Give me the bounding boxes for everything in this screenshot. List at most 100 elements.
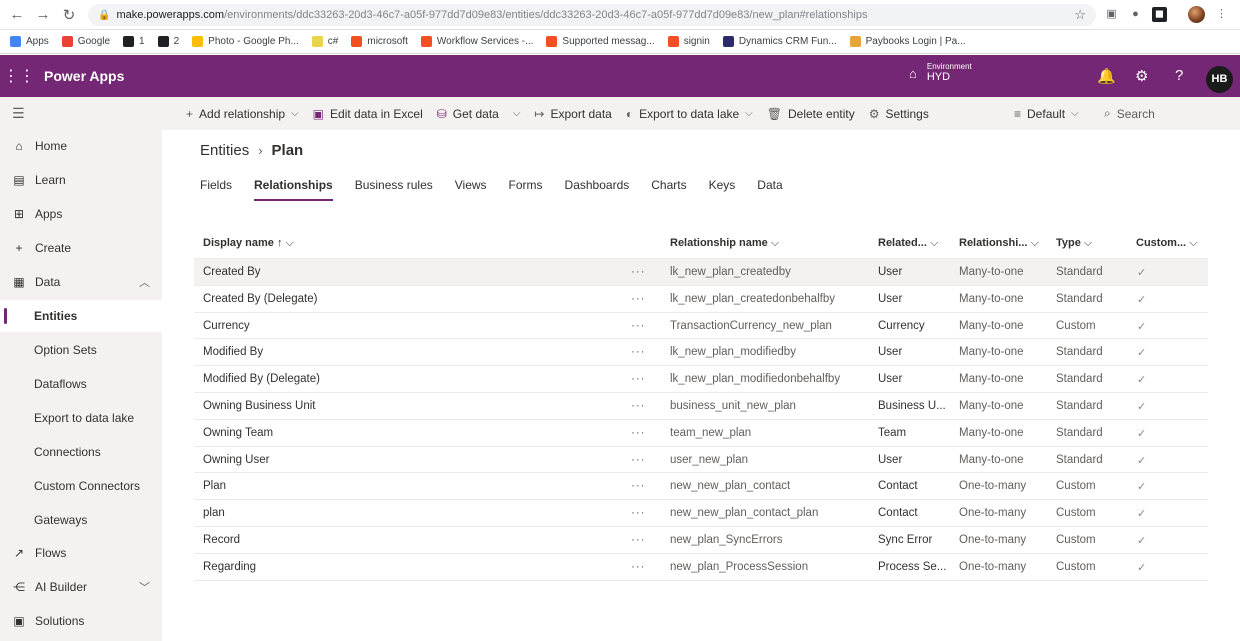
notifications-icon[interactable]: 🔔 [1097,67,1116,85]
bookmark-item[interactable]: c# [311,36,338,47]
column-type[interactable]: Type ⌵ [1056,237,1092,250]
back-icon[interactable]: ← [4,6,30,23]
more-options-icon[interactable]: ··· [631,400,646,412]
bookmark-item[interactable]: Google [61,36,110,47]
table-row[interactable]: Created By (Delegate) lk_new_plan_created… [194,286,1208,313]
column-customizable[interactable]: Custom... ⌵ [1136,237,1198,250]
reload-icon[interactable]: ↻ [56,6,82,24]
nav-custom-connectors[interactable]: Custom Connectors [0,470,162,502]
bookmark-item[interactable]: Workflow Services -... [420,36,533,47]
extension-dark-icon[interactable]: ◼ [1152,7,1167,22]
column-display-name[interactable]: Display name ↑ ⌵ [203,237,294,250]
nav-connections[interactable]: Connections [0,436,162,468]
nav-apps[interactable]: ⊞ Apps [0,198,162,230]
column-relationship-type[interactable]: Relationshi... ⌵ [959,237,1039,250]
table-row[interactable]: Owning Team team_new_plan Team Many-to-one S… [194,420,1208,447]
export-lake-button[interactable]: ◐ Export to data lake ⌵ [626,107,753,121]
help-icon[interactable]: ? [1175,67,1183,84]
browser-profile-avatar[interactable] [1188,6,1205,23]
breadcrumb-entities[interactable]: Entities [200,142,249,159]
table-row[interactable]: Plan new_new_plan_contact Contact One-to-ma… [194,473,1208,501]
more-options-icon[interactable]: ··· [631,373,646,385]
delete-entity-button[interactable]: 🗑 Delete entity [767,107,855,121]
column-related[interactable]: Related... ⌵ [878,237,938,250]
address-bar[interactable]: 🔒 make.powerapps.com /environments/ddc33… [88,4,1096,26]
cell-related-entity: User [878,373,903,386]
nav-learn[interactable]: ▤ Learn [0,164,162,196]
user-avatar[interactable]: HB [1206,66,1233,93]
browser-menu-icon[interactable]: ⋮ [1214,7,1229,22]
nav-gateways[interactable]: Gateways [0,504,162,536]
nav-create[interactable]: + Create [0,232,162,264]
nav-flows[interactable]: ↗ Flows [0,537,162,569]
more-options-icon[interactable]: ··· [631,534,646,546]
bookmark-item[interactable]: Supported messag... [546,36,655,47]
edit-excel-button[interactable]: ▣ Edit data in Excel [313,107,423,121]
command-label: Get data [452,106,499,121]
nav-home[interactable]: ⌂ Home [0,130,162,162]
table-row[interactable]: Record new_plan_SyncErrors Sync Error One-t… [194,527,1208,554]
table-row[interactable]: Owning User user_new_plan User Many-to-one S… [194,447,1208,474]
more-options-icon[interactable]: ··· [631,480,646,492]
tab-views[interactable]: Views [455,178,487,201]
bookmark-item[interactable]: signin [667,36,710,47]
forward-icon[interactable]: → [30,6,56,23]
table-row[interactable]: Owning Business Unit business_unit_new_pl… [194,393,1208,420]
chevron-down-icon[interactable]: ⌵ [513,108,521,119]
more-options-icon[interactable]: ··· [631,454,646,466]
bookmark-star-icon[interactable]: ☆ [1074,7,1086,23]
more-options-icon[interactable]: ··· [631,561,646,573]
view-selector[interactable]: ≡ Default ⌵ [1014,97,1079,130]
bookmark-item[interactable]: 2 [157,36,179,47]
settings-gear-icon[interactable]: ⚙ [1135,67,1148,85]
tab-forms[interactable]: Forms [509,178,543,201]
collapse-nav-icon[interactable]: ☰ [12,105,25,122]
tab-business-rules[interactable]: Business rules [355,178,433,201]
nav-dataflows[interactable]: Dataflows [0,368,162,400]
bookmark-item[interactable]: Dynamics CRM Fun... [722,36,837,47]
bookmark-item[interactable]: microsoft [351,36,408,47]
nav-solutions[interactable]: ▣ Solutions [0,605,162,637]
bookmark-item[interactable]: 1 [123,36,145,47]
more-options-icon[interactable]: ··· [631,266,646,278]
add-relationship-button[interactable]: + Add relationship ⌵ [186,107,299,121]
tab-fields[interactable]: Fields [200,178,232,201]
nav-data[interactable]: ▦ Data ︿ [0,266,162,298]
table-row[interactable]: Currency TransactionCurrency_new_plan Curr… [194,313,1208,340]
table-row[interactable]: Created By lk_new_plan_createdby User Many-… [194,259,1208,286]
bookmark-item[interactable]: Paybooks Login | Pa... [849,36,966,47]
bookmark-item[interactable]: Photo - Google Ph... [192,36,299,47]
tab-keys[interactable]: Keys [709,178,736,201]
extension-icon[interactable]: ▣ [1104,7,1119,22]
extension-circle-icon[interactable]: ● [1128,7,1143,22]
more-options-icon[interactable]: ··· [631,320,646,332]
more-options-icon[interactable]: ··· [631,427,646,439]
nav-entities[interactable]: Entities [0,300,162,332]
settings-button[interactable]: ⚙ Settings [869,107,929,121]
nav-ai-builder[interactable]: ⋲ AI Builder ﹀ [0,571,162,603]
environment-picker[interactable]: ⌂ Environment HYD [909,62,972,84]
tab-dashboards[interactable]: Dashboards [565,178,630,201]
table-row[interactable]: plan new_new_plan_contact_plan Contact One-… [194,500,1208,527]
cell-relationship-name: new_plan_ProcessSession [670,560,809,573]
more-options-icon[interactable]: ··· [631,346,646,358]
search-box[interactable]: ⌕ Search [1104,97,1155,130]
table-row[interactable]: Modified By (Delegate) lk_new_plan_modifi… [194,366,1208,393]
bookmark-item[interactable]: Apps [10,36,49,47]
nav-export-lake[interactable]: Export to data lake [0,402,162,434]
nav-option-sets[interactable]: Option Sets [0,334,162,366]
column-relationship-name[interactable]: Relationship name ⌵ [670,237,779,250]
chevron-up-icon[interactable]: ︿ [139,274,150,290]
tab-data[interactable]: Data [757,178,782,201]
more-options-icon[interactable]: ··· [631,293,646,305]
app-launcher-icon[interactable]: ⋮⋮ [0,66,38,86]
chevron-down-icon[interactable]: ﹀ [139,579,150,595]
app-name[interactable]: Power Apps [44,68,124,84]
table-row[interactable]: Regarding new_plan_ProcessSession Process … [194,554,1208,581]
table-row[interactable]: Modified By lk_new_plan_modifiedby User Man… [194,339,1208,367]
tab-charts[interactable]: Charts [651,178,686,201]
tab-relationships[interactable]: Relationships [254,178,333,201]
get-data-button[interactable]: ⛁ Get data ⌵ [437,107,521,121]
more-options-icon[interactable]: ··· [631,507,646,519]
export-data-button[interactable]: ↦ Export data [534,107,611,121]
